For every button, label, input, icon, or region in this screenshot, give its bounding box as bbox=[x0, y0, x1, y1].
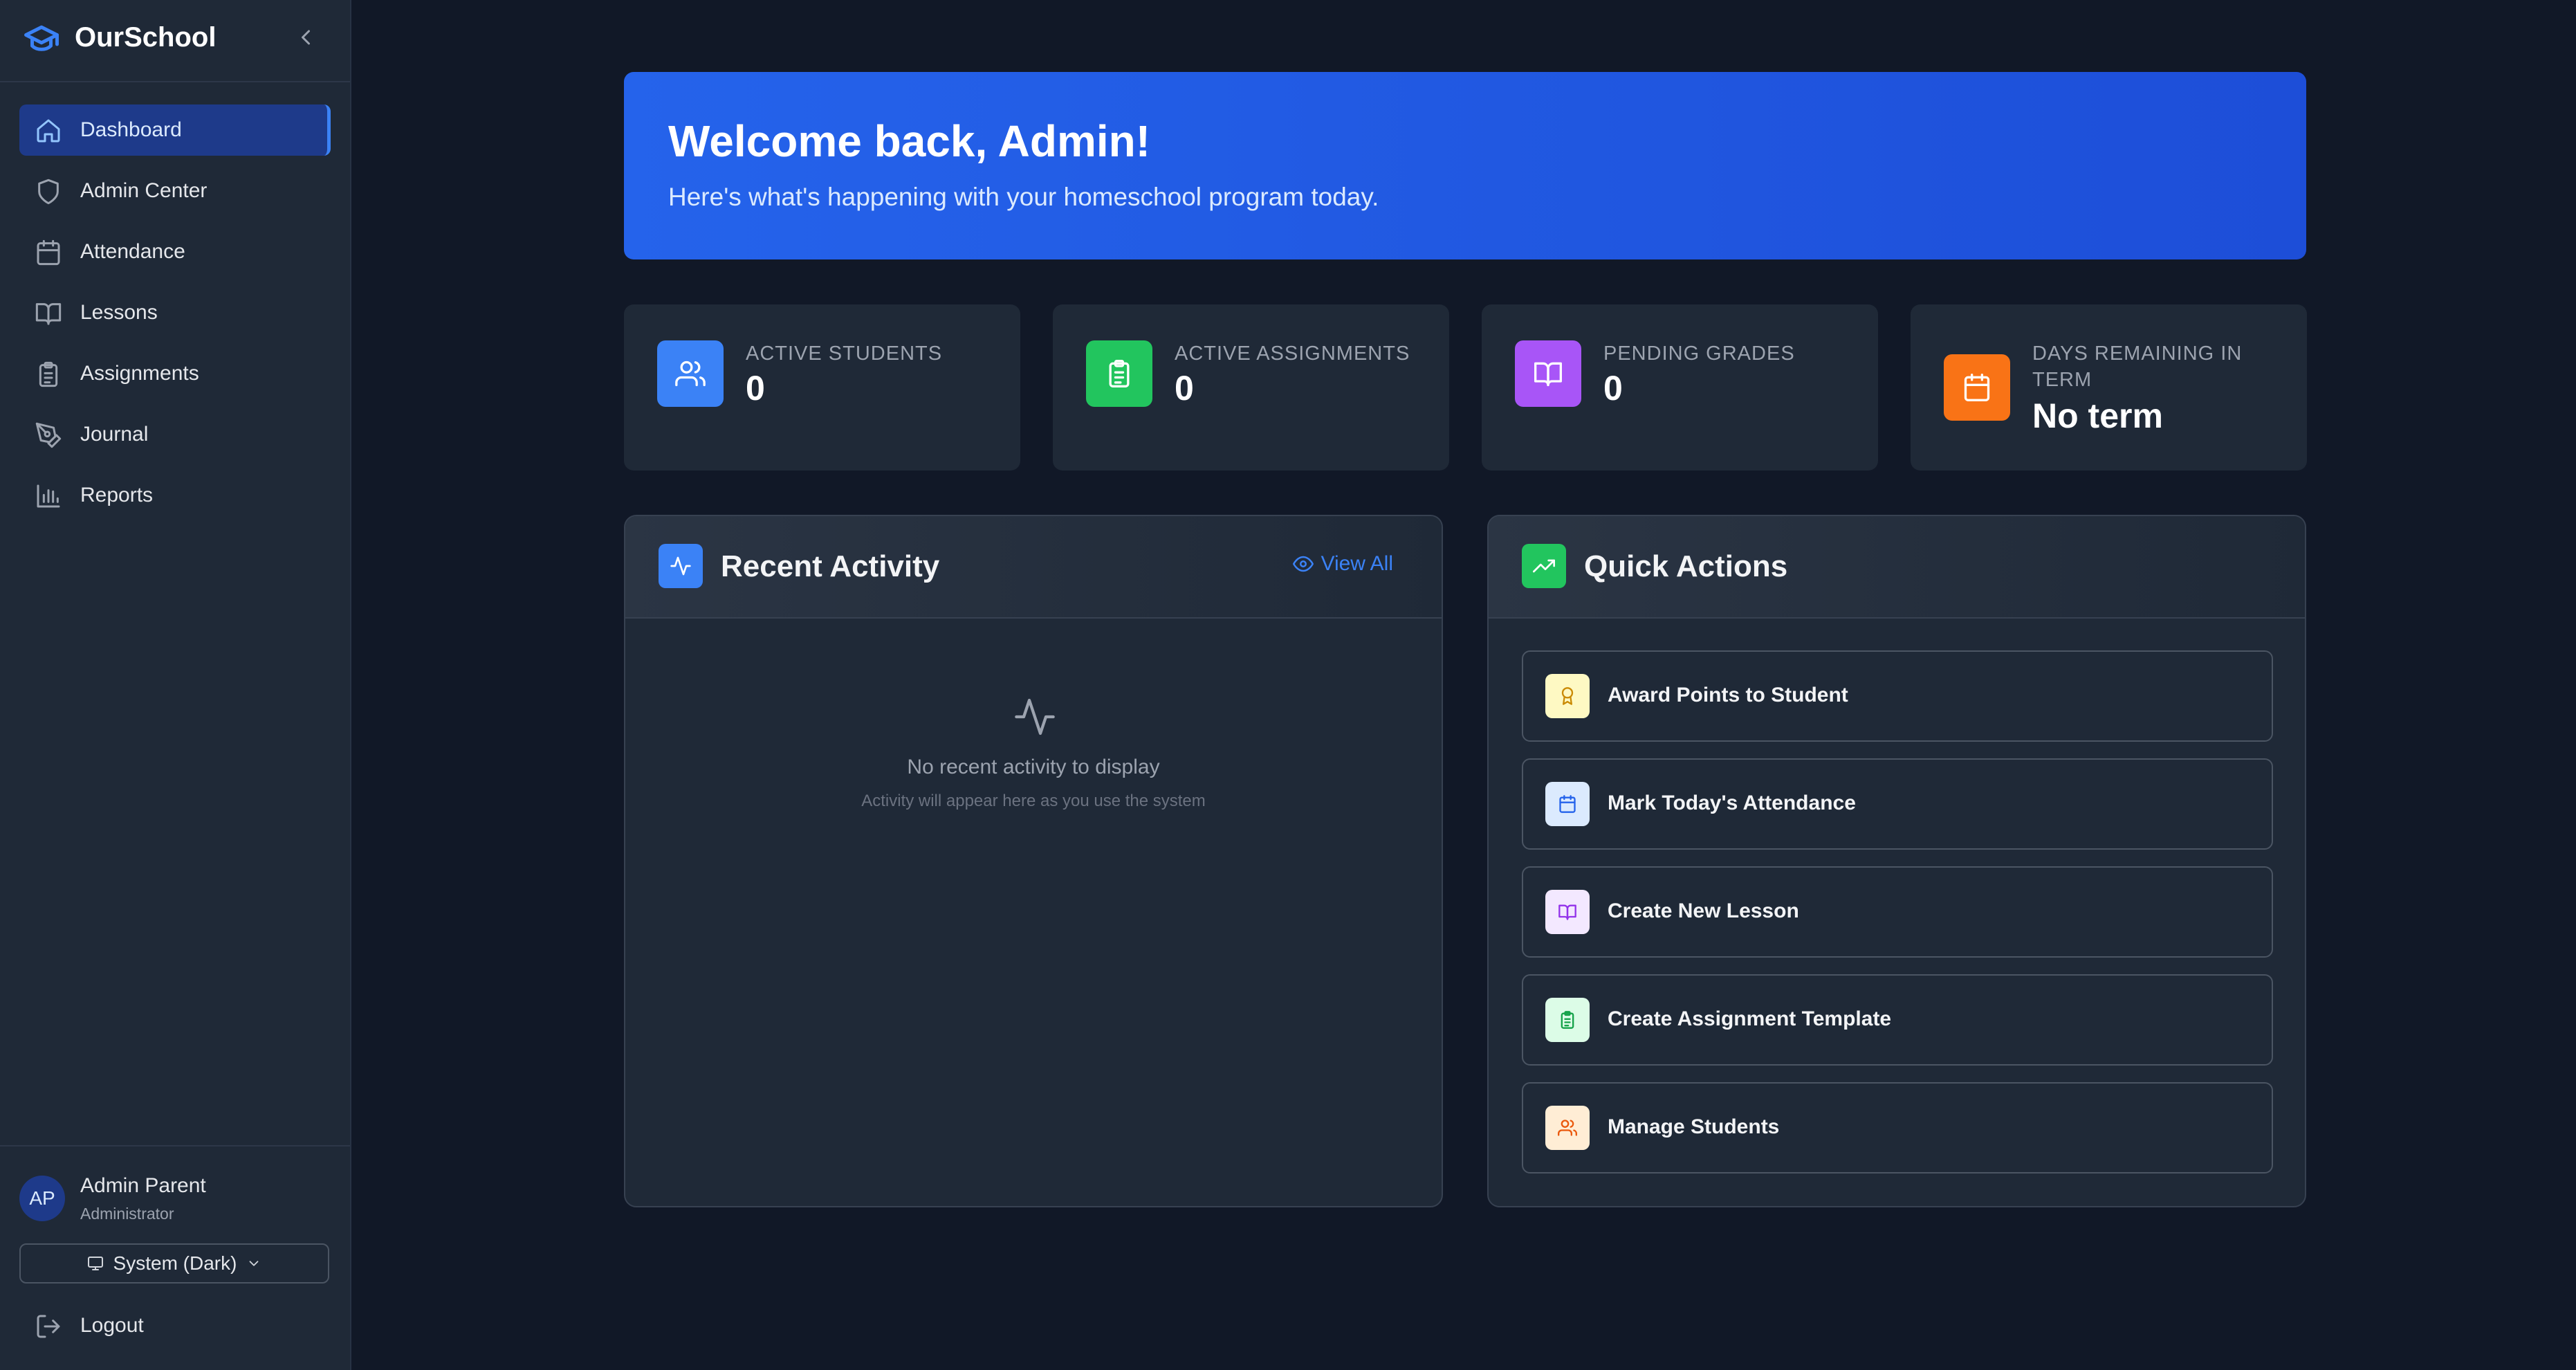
sidebar-item-label: Attendance bbox=[80, 240, 185, 263]
activity-icon bbox=[1015, 698, 1055, 736]
graduation-cap-icon bbox=[24, 25, 59, 51]
stat-card-active-assignments: ACTIVE ASSIGNMENTS 0 bbox=[1053, 304, 1449, 471]
stat-label: ACTIVE ASSIGNMENTS bbox=[1175, 342, 1410, 365]
sidebar-item-label: Lessons bbox=[80, 301, 158, 324]
create-lesson-button[interactable]: Create New Lesson bbox=[1522, 866, 2273, 958]
app-name: OurSchool bbox=[75, 22, 217, 53]
stat-label: DAYS REMAINING IN TERM bbox=[2032, 342, 2243, 391]
trending-up-icon bbox=[1533, 559, 1555, 573]
action-icon-badge bbox=[1545, 998, 1590, 1042]
clipboard-icon bbox=[39, 361, 58, 387]
award-icon bbox=[1561, 687, 1574, 705]
stat-card-active-students: ACTIVE STUDENTS 0 bbox=[624, 304, 1020, 471]
pen-tool-icon bbox=[35, 422, 62, 448]
create-assignment-template-button[interactable]: Create Assignment Template bbox=[1522, 974, 2273, 1066]
sidebar-footer: AP Admin Parent Administrator System (Da… bbox=[0, 1145, 350, 1370]
stat-card-pending-grades: PENDING GRADES 0 bbox=[1482, 304, 1878, 471]
stat-label: PENDING GRADES bbox=[1603, 342, 1795, 365]
manage-students-button[interactable]: Manage Students bbox=[1522, 1082, 2273, 1173]
sidebar: OurSchool Dashboard Admin Center Attenda… bbox=[0, 0, 351, 1370]
theme-select-label: System (Dark) bbox=[113, 1252, 237, 1274]
view-all-link[interactable]: View All bbox=[1293, 552, 1393, 576]
recent-activity-title: Recent Activity bbox=[721, 549, 940, 583]
sidebar-item-journal[interactable]: Journal bbox=[19, 409, 331, 460]
clipboard-icon bbox=[1109, 360, 1130, 387]
stat-icon-badge bbox=[657, 340, 724, 407]
empty-state-subtitle: Activity will appear here as you use the… bbox=[861, 792, 1206, 810]
logout-icon bbox=[37, 1315, 60, 1338]
bar-chart-icon bbox=[37, 484, 60, 508]
calendar-icon bbox=[1964, 374, 1990, 401]
stat-card-days-remaining: DAYS REMAINING IN TERM No term bbox=[1911, 304, 2307, 471]
empty-state-title: No recent activity to display bbox=[907, 756, 1160, 778]
award-points-button[interactable]: Award Points to Student bbox=[1522, 650, 2273, 742]
clipboard-icon bbox=[1561, 1011, 1574, 1029]
action-label: Mark Today's Attendance bbox=[1608, 792, 1856, 814]
quick-actions-header: Quick Actions bbox=[1489, 516, 2305, 619]
logout-label: Logout bbox=[80, 1314, 144, 1337]
sidebar-item-lessons[interactable]: Lessons bbox=[19, 287, 331, 338]
quick-actions-panel: Quick Actions Award Points to Student Ma… bbox=[1487, 515, 2306, 1207]
user-role: Administrator bbox=[80, 1205, 174, 1223]
panel-icon-badge bbox=[659, 544, 703, 588]
calendar-icon bbox=[37, 239, 60, 266]
sidebar-item-label: Dashboard bbox=[80, 118, 182, 141]
action-icon-badge bbox=[1545, 1106, 1590, 1150]
calendar-icon bbox=[1559, 795, 1576, 813]
users-icon bbox=[675, 360, 706, 387]
book-open-icon bbox=[35, 303, 62, 325]
welcome-banner: Welcome back, Admin! Here's what's happe… bbox=[624, 72, 2306, 259]
panel-icon-badge bbox=[1522, 544, 1566, 588]
recent-activity-header: Recent Activity View All bbox=[625, 516, 1442, 619]
sidebar-item-attendance[interactable]: Attendance bbox=[19, 226, 331, 277]
mark-attendance-button[interactable]: Mark Today's Attendance bbox=[1522, 758, 2273, 850]
action-label: Award Points to Student bbox=[1608, 684, 1848, 706]
quick-actions-title: Quick Actions bbox=[1584, 549, 1788, 583]
theme-select[interactable]: System (Dark) bbox=[19, 1243, 329, 1284]
book-open-icon bbox=[1558, 904, 1576, 920]
action-icon-badge bbox=[1545, 782, 1590, 826]
chevron-down-icon bbox=[250, 1261, 259, 1266]
recent-activity-panel: Recent Activity View All No recent activ… bbox=[624, 515, 1443, 1207]
sidebar-item-assignments[interactable]: Assignments bbox=[19, 348, 331, 399]
monitor-icon bbox=[87, 1257, 103, 1270]
eye-icon bbox=[1293, 556, 1314, 572]
collapse-sidebar-chevron-left-icon[interactable] bbox=[293, 24, 318, 51]
shield-icon bbox=[38, 179, 59, 205]
brand-header: OurSchool bbox=[0, 0, 350, 82]
stat-value: No term bbox=[2032, 396, 2163, 435]
action-icon-badge bbox=[1545, 890, 1590, 934]
action-label: Create Assignment Template bbox=[1608, 1007, 1892, 1030]
stat-value: 0 bbox=[1603, 369, 1623, 408]
sidebar-item-dashboard[interactable]: Dashboard bbox=[19, 104, 331, 156]
stat-icon-badge bbox=[1086, 340, 1152, 407]
user-name: Admin Parent bbox=[80, 1174, 206, 1197]
stat-icon-badge bbox=[1515, 340, 1581, 407]
activity-icon bbox=[670, 556, 691, 576]
users-icon bbox=[1558, 1120, 1577, 1136]
sidebar-item-label: Journal bbox=[80, 423, 149, 446]
avatar[interactable]: AP bbox=[19, 1176, 65, 1221]
stat-value: 0 bbox=[746, 369, 765, 408]
sidebar-item-label: Assignments bbox=[80, 362, 199, 385]
sidebar-item-reports[interactable]: Reports bbox=[19, 470, 331, 521]
home-icon bbox=[37, 119, 60, 143]
action-label: Create New Lesson bbox=[1608, 899, 1799, 922]
stat-label: ACTIVE STUDENTS bbox=[746, 342, 943, 365]
sidebar-nav: Dashboard Admin Center Attendance Lesson… bbox=[19, 104, 331, 531]
logout-button[interactable]: Logout bbox=[19, 1300, 331, 1351]
stat-value: 0 bbox=[1175, 369, 1194, 408]
sidebar-item-admin-center[interactable]: Admin Center bbox=[19, 165, 331, 217]
welcome-title: Welcome back, Admin! bbox=[668, 116, 1151, 166]
action-icon-badge bbox=[1545, 674, 1590, 718]
stat-icon-badge bbox=[1944, 354, 2010, 421]
book-open-icon bbox=[1534, 362, 1562, 387]
view-all-label: View All bbox=[1321, 552, 1393, 575]
sidebar-item-label: Reports bbox=[80, 484, 154, 506]
welcome-subtitle: Here's what's happening with your homesc… bbox=[668, 183, 1379, 211]
sidebar-item-label: Admin Center bbox=[80, 179, 208, 202]
action-label: Manage Students bbox=[1608, 1115, 1780, 1138]
